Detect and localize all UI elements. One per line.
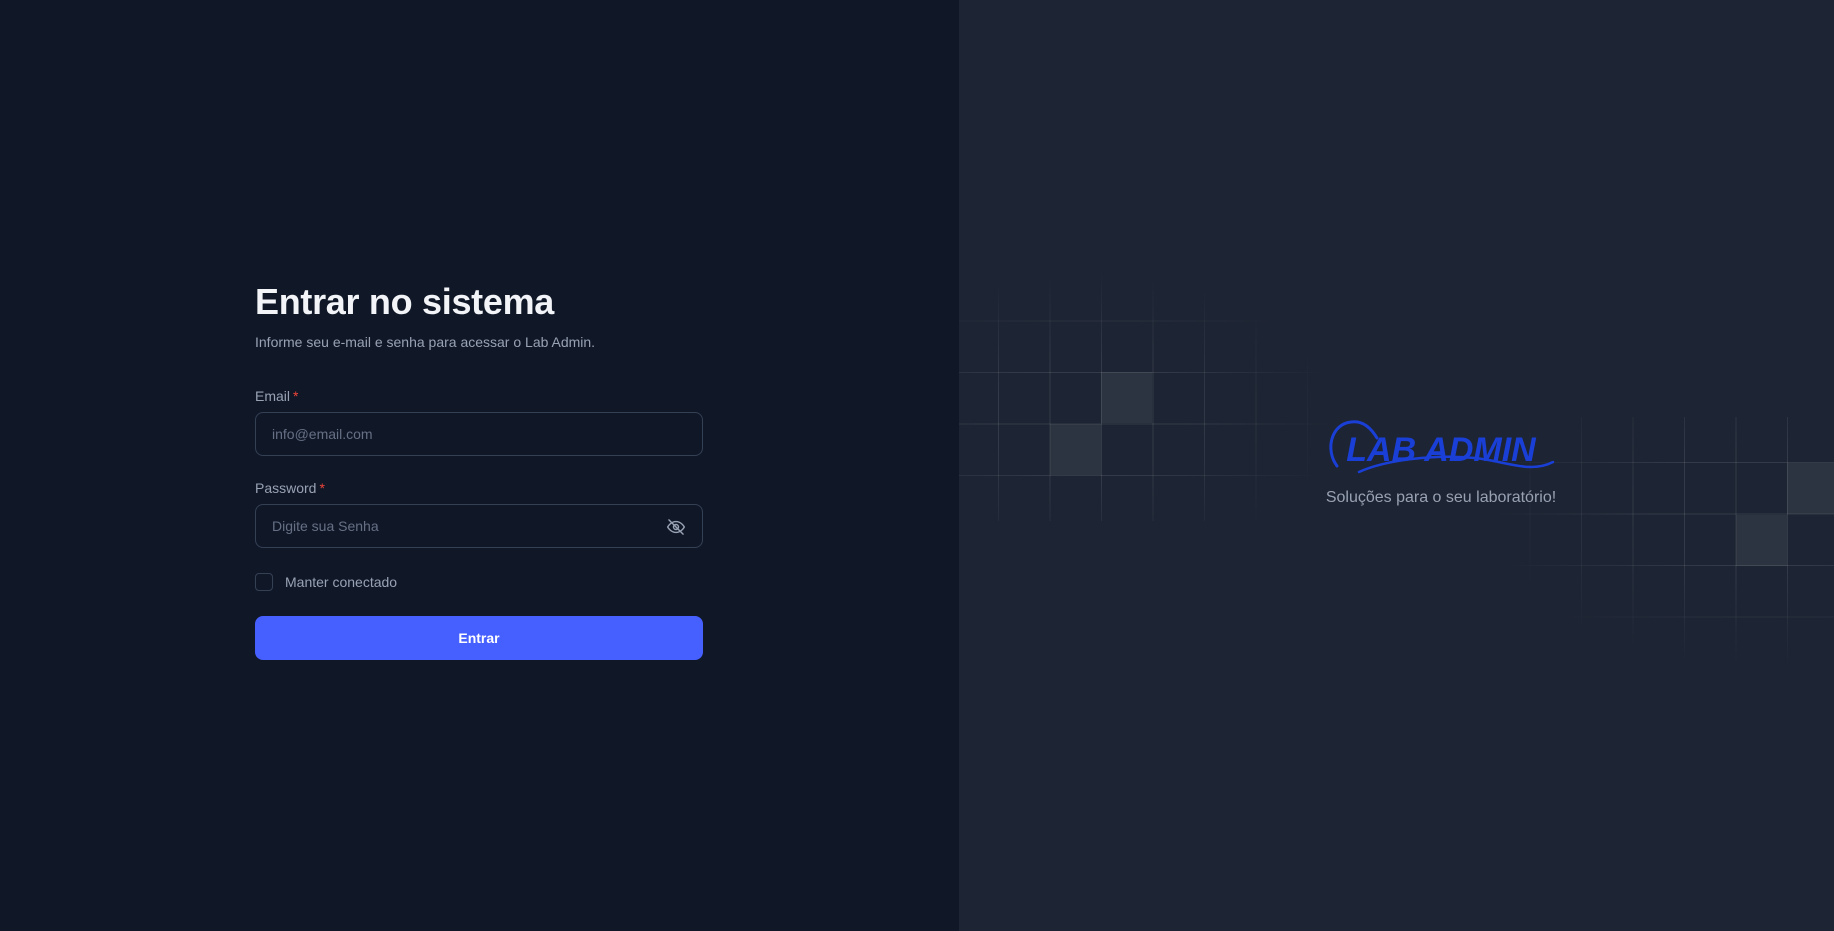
remember-me-checkbox[interactable] [255, 573, 273, 591]
grid-highlight-cell [1049, 423, 1101, 475]
login-form: Entrar no sistema Informe seu e-mail e s… [255, 276, 703, 660]
email-field-group: Email * [255, 386, 703, 456]
password-label-text: Password [255, 480, 317, 496]
page-subtitle: Informe seu e-mail e senha para acessar … [255, 334, 596, 350]
required-marker: * [293, 388, 299, 404]
password-label: Password * [255, 478, 703, 498]
email-label-text: Email [255, 388, 291, 404]
email-label: Email * [255, 386, 703, 406]
remember-me-row: Manter conectado [255, 572, 703, 592]
login-panel: Entrar no sistema Informe seu e-mail e s… [0, 0, 959, 931]
logo-text: LAB ADMIN [1346, 431, 1537, 469]
password-input-box [255, 504, 703, 548]
password-input[interactable] [256, 505, 702, 547]
grid-highlight-cell [1101, 372, 1152, 423]
email-input-box [255, 412, 703, 456]
lab-admin-logo: LAB ADMIN [1329, 420, 1555, 474]
brand-block: LAB ADMIN Soluções para o seu laboratóri… [1321, 414, 1561, 509]
brand-panel: LAB ADMIN Soluções para o seu laboratóri… [959, 0, 1834, 931]
brand-tagline: Soluções para o seu laboratório! [1325, 489, 1557, 506]
grid-highlight-cell [1735, 514, 1787, 566]
login-button[interactable]: Entrar [255, 616, 703, 660]
password-field-group: Password * [255, 478, 703, 548]
email-input[interactable] [256, 413, 702, 455]
grid-highlight-cell [1787, 463, 1834, 514]
required-marker: * [319, 480, 325, 496]
eye-off-icon[interactable] [666, 517, 686, 537]
page-title: Entrar no sistema [255, 281, 555, 322]
login-page: Entrar no sistema Informe seu e-mail e s… [0, 0, 1834, 931]
remember-me-label: Manter conectado [285, 574, 398, 590]
